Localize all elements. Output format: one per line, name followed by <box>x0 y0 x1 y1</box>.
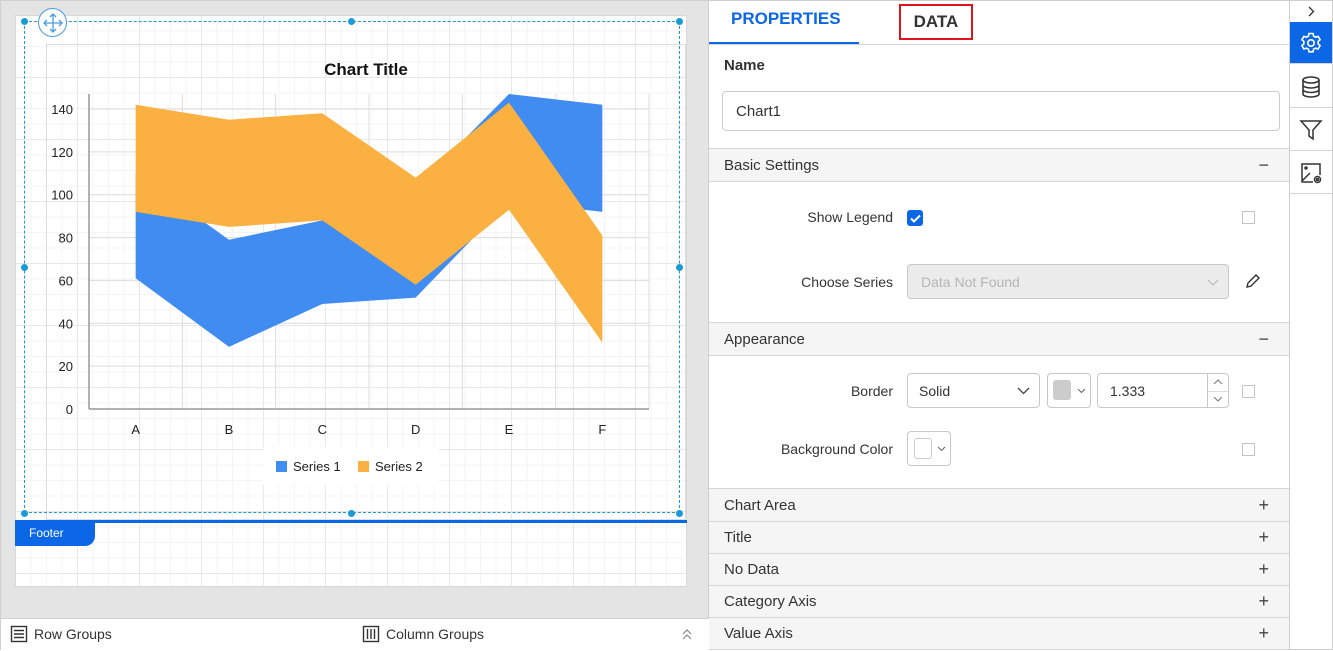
spinner-divider <box>1208 391 1228 392</box>
border-width-spinner[interactable] <box>1207 373 1229 408</box>
section-title: Value Axis <box>724 625 793 642</box>
resize-handle[interactable] <box>21 510 28 517</box>
move-handle[interactable] <box>38 8 67 37</box>
section-title: Basic Settings <box>724 156 820 174</box>
section-title: No Data <box>724 561 780 578</box>
tab-data[interactable]: DATA <box>899 4 973 40</box>
properties-button[interactable] <box>1290 22 1332 64</box>
section-appearance[interactable]: Appearance − <box>709 322 1289 356</box>
expand-up-icon[interactable] <box>681 628 693 642</box>
right-sidebar <box>1289 0 1333 650</box>
row-groups-label: Row Groups <box>34 626 112 642</box>
show-legend-expression-checkbox[interactable] <box>1242 211 1255 224</box>
resize-handle[interactable] <box>21 264 28 271</box>
section-title[interactable]: Title + <box>709 521 1289 554</box>
section-title: Chart Area <box>724 496 796 514</box>
border-expression-checkbox[interactable] <box>1242 385 1255 398</box>
section-title: Category Axis <box>724 593 817 610</box>
gear-icon <box>1300 32 1322 53</box>
collapse-icon[interactable]: − <box>1258 155 1269 176</box>
spin-down-icon[interactable] <box>1213 396 1223 402</box>
expand-icon[interactable]: + <box>1258 559 1269 580</box>
border-label: Border <box>850 383 893 399</box>
groups-bar: Row Groups Column Groups <box>1 618 710 651</box>
resize-handle[interactable] <box>676 510 683 517</box>
column-groups-button[interactable]: Column Groups <box>362 625 484 643</box>
filter-icon <box>1299 119 1323 140</box>
database-icon <box>1302 75 1320 98</box>
chevron-right-icon <box>1308 6 1315 17</box>
edit-series-icon[interactable] <box>1244 273 1261 290</box>
chevron-down-icon <box>1077 388 1086 394</box>
collapse-panel-button[interactable] <box>1290 1 1332 22</box>
column-groups-icon <box>362 625 380 643</box>
footer-tab[interactable]: Footer <box>15 522 95 546</box>
collapse-icon[interactable]: − <box>1258 329 1269 350</box>
column-groups-label: Column Groups <box>386 626 485 642</box>
data-source-button[interactable] <box>1290 66 1332 108</box>
expand-icon[interactable]: + <box>1258 495 1269 516</box>
background-color-picker[interactable] <box>907 431 951 466</box>
border-style-dropdown[interactable]: Solid <box>907 373 1040 408</box>
spin-up-icon[interactable] <box>1213 379 1223 385</box>
row-groups-button[interactable]: Row Groups <box>10 625 112 643</box>
chevron-down-icon <box>937 446 946 452</box>
choose-series-value: Data Not Found <box>921 274 1020 290</box>
resize-handle[interactable] <box>348 18 355 25</box>
section-category-axis[interactable]: Category Axis + <box>709 585 1289 618</box>
section-title: Title <box>724 529 752 546</box>
tab-properties[interactable]: PROPERTIES <box>731 9 841 29</box>
active-tab-indicator <box>709 42 859 44</box>
section-value-axis[interactable]: Value Axis + <box>709 617 1289 650</box>
border-style-value: Solid <box>919 383 951 399</box>
resize-handle[interactable] <box>21 18 28 25</box>
section-no-data[interactable]: No Data + <box>709 553 1289 586</box>
resize-handle[interactable] <box>676 264 683 271</box>
filter-button[interactable] <box>1290 109 1332 151</box>
show-legend-checkbox[interactable] <box>907 210 923 226</box>
image-settings-button[interactable] <box>1290 152 1332 194</box>
panel-tabs: PROPERTIES DATA <box>709 1 1289 45</box>
expand-icon[interactable]: + <box>1258 591 1269 612</box>
section-basic-settings[interactable]: Basic Settings − <box>709 148 1289 182</box>
show-legend-label: Show Legend <box>807 209 893 225</box>
checkmark-icon <box>909 214 921 223</box>
border-color-swatch <box>1053 380 1071 400</box>
footer-divider <box>15 520 687 523</box>
expand-icon[interactable]: + <box>1258 527 1269 548</box>
design-area: Chart Title 0 20 40 60 80 100 120 140 A B C D E F Seri… <box>0 0 710 651</box>
background-color-swatch <box>914 438 932 459</box>
border-width-value: 1.333 <box>1110 383 1146 399</box>
background-expression-checkbox[interactable] <box>1242 443 1255 456</box>
section-title: Appearance <box>724 330 805 348</box>
name-input[interactable] <box>722 91 1280 131</box>
border-color-picker[interactable] <box>1047 373 1091 408</box>
border-width-input[interactable]: 1.333 <box>1097 373 1208 408</box>
choose-series-dropdown[interactable]: Data Not Found <box>907 264 1229 299</box>
row-groups-icon <box>10 625 28 643</box>
name-label: Name <box>724 57 765 74</box>
choose-series-label: Choose Series <box>801 274 893 290</box>
chevron-down-icon <box>1207 279 1219 286</box>
section-chart-area[interactable]: Chart Area + <box>709 488 1289 522</box>
resize-handle[interactable] <box>676 18 683 25</box>
properties-panel: PROPERTIES DATA Name Basic Settings − Sh… <box>709 0 1289 650</box>
image-settings-icon <box>1301 162 1322 183</box>
move-icon <box>42 12 63 33</box>
chevron-down-icon <box>1017 387 1030 395</box>
expand-icon[interactable]: + <box>1258 623 1269 644</box>
background-color-label: Background Color <box>780 441 893 457</box>
selection-border <box>24 21 680 513</box>
resize-handle[interactable] <box>348 510 355 517</box>
